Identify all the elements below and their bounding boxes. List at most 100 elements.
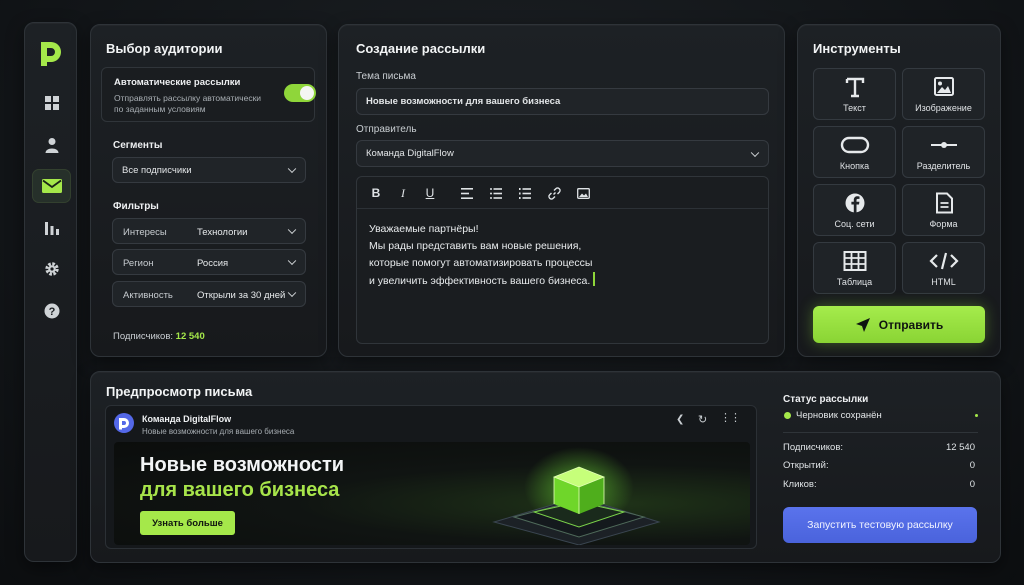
sender-select[interactable]: Команда DigitalFlow bbox=[356, 140, 769, 167]
status-title: Статус рассылки bbox=[783, 394, 869, 405]
mail-icon bbox=[41, 179, 62, 193]
auto-mailing-card: Автоматические рассылки Отправлять рассы… bbox=[101, 67, 316, 122]
subject-label: Тема письма bbox=[356, 71, 416, 82]
sidebar-item-audience[interactable] bbox=[32, 128, 71, 162]
panel-title: Предпросмотр письма bbox=[106, 384, 253, 399]
list-number-icon[interactable] bbox=[516, 178, 534, 208]
filter-key: Интересы bbox=[123, 227, 167, 238]
stat-value: 0 bbox=[969, 460, 975, 471]
tool-label: Разделитель bbox=[916, 160, 971, 171]
svg-text:?: ? bbox=[48, 306, 55, 318]
tool-label: Соц. сети bbox=[834, 218, 875, 229]
tool-button[interactable]: Кнопка bbox=[813, 126, 896, 178]
code-icon bbox=[928, 252, 959, 269]
tool-table[interactable]: Таблица bbox=[813, 242, 896, 294]
underline-icon[interactable]: U bbox=[421, 178, 439, 208]
image-icon[interactable] bbox=[574, 178, 592, 208]
refresh-icon[interactable]: ↻ bbox=[698, 413, 707, 426]
logo-d-icon[interactable] bbox=[38, 39, 64, 67]
divider bbox=[783, 432, 978, 433]
bold-icon[interactable]: B bbox=[367, 178, 385, 208]
compose-panel: Создание рассылки Тема письма Новые возм… bbox=[338, 24, 785, 357]
auto-mailing-desc: Отправлять рассылку автоматически bbox=[114, 93, 262, 103]
cta-button[interactable]: Узнать больше bbox=[140, 511, 235, 535]
editor[interactable]: B I U Уважаемые партнёры! Мы рады предст… bbox=[356, 176, 769, 344]
chart-icon bbox=[44, 222, 59, 235]
more-icon[interactable]: ⋮⋮ bbox=[720, 411, 741, 424]
chevron-down-icon bbox=[287, 288, 297, 298]
subject-input[interactable]: Новые возможности для вашего бизнеса bbox=[356, 88, 769, 115]
stat-key: Подписчиков: bbox=[783, 442, 844, 453]
tool-image[interactable]: Изображение bbox=[902, 68, 985, 120]
preview-subject: Новые возможности для вашего бизнеса bbox=[142, 427, 295, 436]
filter-value: Россия bbox=[197, 258, 229, 269]
chevron-down-icon bbox=[287, 164, 297, 174]
chevron-down-icon bbox=[287, 225, 297, 235]
preview-panel: Предпросмотр письма Команда DigitalFlow … bbox=[90, 371, 1001, 563]
subscribers-count: Подписчиков: 12 540 bbox=[113, 331, 205, 342]
stat-value: 12 540 bbox=[945, 442, 975, 453]
filter-value: Технологии bbox=[197, 227, 248, 238]
sidebar-item-analytics[interactable] bbox=[32, 211, 71, 245]
filter-value: Открыли за 30 дней bbox=[197, 290, 286, 301]
email-banner: Новые возможности для вашего бизнеса Узн… bbox=[114, 442, 750, 545]
reply-icon[interactable]: ❮ bbox=[676, 414, 684, 425]
segment-value: Все подписчики bbox=[122, 164, 192, 176]
sender-label: Отправитель bbox=[356, 124, 417, 135]
stat-key: Открытий: bbox=[783, 460, 829, 471]
table-icon bbox=[843, 250, 866, 271]
sidebar: ? bbox=[24, 22, 77, 562]
tools-panel: Инструменты Текст Изображение Кнопка Раз… bbox=[797, 24, 1001, 357]
sidebar-item-settings[interactable] bbox=[32, 252, 71, 286]
test-mailing-button[interactable]: Запустить тестовую рассылку bbox=[783, 507, 977, 543]
align-left-icon[interactable] bbox=[458, 178, 476, 208]
filters-label: Фильтры bbox=[113, 201, 159, 212]
tool-divider[interactable]: Разделитель bbox=[902, 126, 985, 178]
send-button[interactable]: Отправить bbox=[813, 306, 985, 343]
auto-mailing-toggle[interactable] bbox=[284, 84, 316, 102]
stat-value: 0 bbox=[969, 479, 975, 490]
sidebar-item-mail[interactable] bbox=[32, 169, 71, 203]
subscribers-label: Подписчиков: bbox=[113, 331, 174, 342]
filter-activity[interactable]: Активность Открыли за 30 дней bbox=[112, 281, 306, 307]
preview-sender: Команда DigitalFlow bbox=[142, 414, 232, 424]
dashboard-icon bbox=[44, 96, 59, 110]
tool-social[interactable]: Соц. сети bbox=[813, 184, 896, 236]
auto-mailing-title: Автоматические рассылки bbox=[114, 77, 241, 88]
user-icon bbox=[45, 138, 58, 153]
tool-form[interactable]: Форма bbox=[902, 184, 985, 236]
italic-icon[interactable]: I bbox=[394, 178, 412, 208]
text-cursor bbox=[593, 272, 596, 286]
gear-icon bbox=[44, 262, 59, 276]
banner-title: Новые возможности bbox=[140, 454, 345, 476]
avatar bbox=[114, 413, 134, 433]
form-icon bbox=[935, 192, 953, 213]
subscribers-value: 12 540 bbox=[175, 331, 205, 342]
status-dot bbox=[784, 412, 791, 419]
help-icon: ? bbox=[44, 303, 59, 319]
status-state: Черновик сохранён bbox=[796, 410, 882, 421]
panel-title: Выбор аудитории bbox=[106, 41, 223, 56]
button-icon bbox=[840, 136, 869, 153]
send-icon bbox=[855, 317, 870, 332]
editor-line-text: и увеличить эффективность вашего бизнеса… bbox=[369, 275, 591, 287]
filter-interests[interactable]: Интересы Технологии bbox=[112, 218, 306, 244]
chevron-down-icon bbox=[750, 148, 760, 157]
filter-region[interactable]: Регион Россия bbox=[112, 249, 306, 275]
tool-text[interactable]: Текст bbox=[813, 68, 896, 120]
panel-title: Создание рассылки bbox=[356, 41, 486, 56]
editor-toolbar: B I U bbox=[357, 177, 768, 209]
status-indicator bbox=[975, 414, 978, 417]
image-icon bbox=[933, 76, 954, 96]
list-bullet-icon[interactable] bbox=[487, 178, 505, 208]
tool-label: Текст bbox=[843, 102, 866, 113]
subject-value: Новые возможности для вашего бизнеса bbox=[366, 96, 561, 107]
sidebar-item-dashboard[interactable] bbox=[32, 86, 71, 120]
segment-select[interactable]: Все подписчики bbox=[112, 157, 306, 183]
sidebar-item-help[interactable]: ? bbox=[32, 294, 71, 328]
facebook-icon bbox=[845, 193, 864, 212]
tool-html[interactable]: HTML bbox=[902, 242, 985, 294]
link-icon[interactable] bbox=[545, 178, 563, 208]
audience-panel: Выбор аудитории Автоматические рассылки … bbox=[90, 24, 327, 357]
filter-key: Регион bbox=[123, 258, 154, 269]
